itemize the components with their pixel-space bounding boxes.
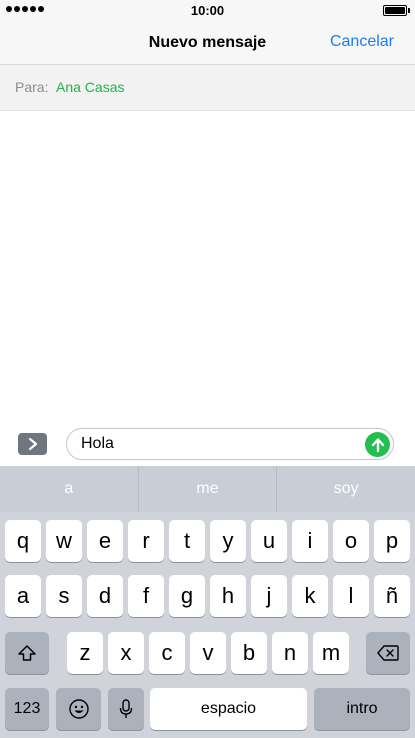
predictive-bar: a me soy xyxy=(0,466,415,512)
status-bar: 10:00 xyxy=(0,0,415,20)
suggestion-item[interactable]: soy xyxy=(277,466,415,512)
key-z[interactable]: z xyxy=(67,632,103,674)
key-u[interactable]: u xyxy=(251,520,287,562)
message-input[interactable] xyxy=(81,429,351,459)
key-y[interactable]: y xyxy=(210,520,246,562)
emoji-key[interactable] xyxy=(56,688,101,730)
cancel-button[interactable]: Cancelar xyxy=(330,33,394,51)
key-d[interactable]: d xyxy=(87,575,123,617)
numbers-key[interactable]: 123 xyxy=(5,688,49,730)
keyboard: q w e r t y u i o p a s d f g h j k l ñ … xyxy=(0,512,415,738)
key-i[interactable]: i xyxy=(292,520,328,562)
shift-key[interactable] xyxy=(5,632,49,674)
return-key[interactable]: intro xyxy=(314,688,410,730)
recipient-label: Para: xyxy=(15,79,49,95)
key-c[interactable]: c xyxy=(149,632,185,674)
backspace-key[interactable] xyxy=(366,632,410,674)
message-input-wrapper xyxy=(66,428,394,460)
key-n-tilde[interactable]: ñ xyxy=(374,575,410,617)
key-e[interactable]: e xyxy=(87,520,123,562)
key-a[interactable]: a xyxy=(5,575,41,617)
send-button[interactable] xyxy=(365,432,390,457)
key-j[interactable]: j xyxy=(251,575,287,617)
key-n[interactable]: n xyxy=(272,632,308,674)
dictation-key[interactable] xyxy=(108,688,144,730)
battery-icon xyxy=(383,5,410,16)
navigation-bar: Nuevo mensaje Cancelar xyxy=(0,20,415,65)
microphone-icon xyxy=(119,699,133,718)
suggestion-item[interactable]: me xyxy=(139,466,278,512)
key-p[interactable]: p xyxy=(374,520,410,562)
key-w[interactable]: w xyxy=(46,520,82,562)
key-k[interactable]: k xyxy=(292,575,328,617)
key-s[interactable]: s xyxy=(46,575,82,617)
chevron-right-icon xyxy=(28,437,37,451)
key-r[interactable]: r xyxy=(128,520,164,562)
emoji-icon xyxy=(68,699,89,719)
key-t[interactable]: t xyxy=(169,520,205,562)
backspace-icon xyxy=(377,645,399,661)
recipient-name[interactable]: Ana Casas xyxy=(56,79,124,95)
key-b[interactable]: b xyxy=(231,632,267,674)
key-h[interactable]: h xyxy=(210,575,246,617)
arrow-up-icon xyxy=(371,437,384,452)
shift-icon xyxy=(18,645,36,661)
key-v[interactable]: v xyxy=(190,632,226,674)
compose-bar xyxy=(0,420,415,466)
key-g[interactable]: g xyxy=(169,575,205,617)
suggestion-item[interactable]: a xyxy=(0,466,139,512)
key-o[interactable]: o xyxy=(333,520,369,562)
expand-apps-button[interactable] xyxy=(18,433,47,455)
status-time: 10:00 xyxy=(190,3,225,18)
space-key[interactable]: espacio xyxy=(150,688,307,730)
key-q[interactable]: q xyxy=(5,520,41,562)
recipient-field[interactable]: Para: Ana Casas xyxy=(0,65,415,111)
key-l[interactable]: l xyxy=(333,575,369,617)
key-m[interactable]: m xyxy=(313,632,349,674)
message-thread-area xyxy=(0,111,415,420)
key-x[interactable]: x xyxy=(108,632,144,674)
key-f[interactable]: f xyxy=(128,575,164,617)
